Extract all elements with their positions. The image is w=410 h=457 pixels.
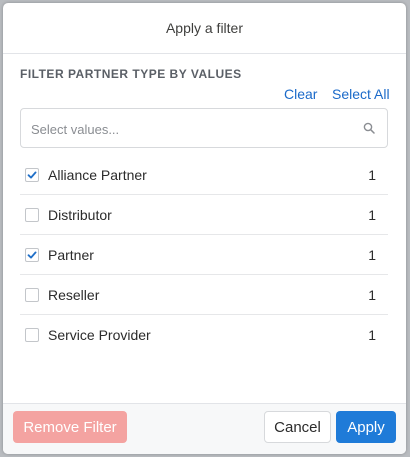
- apply-button[interactable]: Apply: [336, 411, 396, 443]
- search-icon: [363, 122, 375, 134]
- list-item-distributor[interactable]: Distributor 1: [20, 195, 388, 235]
- checkbox[interactable]: [25, 248, 39, 262]
- modal-header: Apply a filter: [3, 3, 406, 54]
- select-all-link[interactable]: Select All: [332, 86, 390, 102]
- search-input[interactable]: [29, 109, 353, 149]
- option-count: 1: [368, 327, 376, 343]
- option-label: Distributor: [48, 207, 112, 223]
- list-item-service-provider[interactable]: Service Provider 1: [20, 315, 388, 355]
- checkbox[interactable]: [25, 328, 39, 342]
- option-count: 1: [368, 247, 376, 263]
- list-item-reseller[interactable]: Reseller 1: [20, 275, 388, 315]
- checkbox[interactable]: [25, 168, 39, 182]
- checkmark-icon: [27, 251, 37, 259]
- list-item-alliance-partner[interactable]: Alliance Partner 1: [20, 155, 388, 195]
- checkbox[interactable]: [25, 288, 39, 302]
- option-count: 1: [368, 207, 376, 223]
- option-count: 1: [368, 167, 376, 183]
- remove-filter-button[interactable]: Remove Filter: [13, 411, 127, 443]
- checkmark-icon: [27, 171, 37, 179]
- checkbox[interactable]: [25, 208, 39, 222]
- modal-footer: Remove Filter Cancel Apply: [3, 403, 406, 454]
- modal-title: Apply a filter: [165, 20, 244, 36]
- option-label: Service Provider: [48, 327, 151, 343]
- clear-link[interactable]: Clear: [284, 86, 317, 102]
- filter-modal: Apply a filter FILTER PARTNER TYPE BY VA…: [3, 3, 406, 454]
- cancel-button[interactable]: Cancel: [264, 411, 331, 443]
- section-title: FILTER PARTNER TYPE BY VALUES: [20, 67, 242, 81]
- option-count: 1: [368, 287, 376, 303]
- option-label: Partner: [48, 247, 94, 263]
- list-item-partner[interactable]: Partner 1: [20, 235, 388, 275]
- values-list: Alliance Partner 1 Distributor 1 Partner…: [20, 155, 388, 355]
- option-label: Alliance Partner: [48, 167, 147, 183]
- option-label: Reseller: [48, 287, 100, 303]
- search-box: [20, 108, 388, 149]
